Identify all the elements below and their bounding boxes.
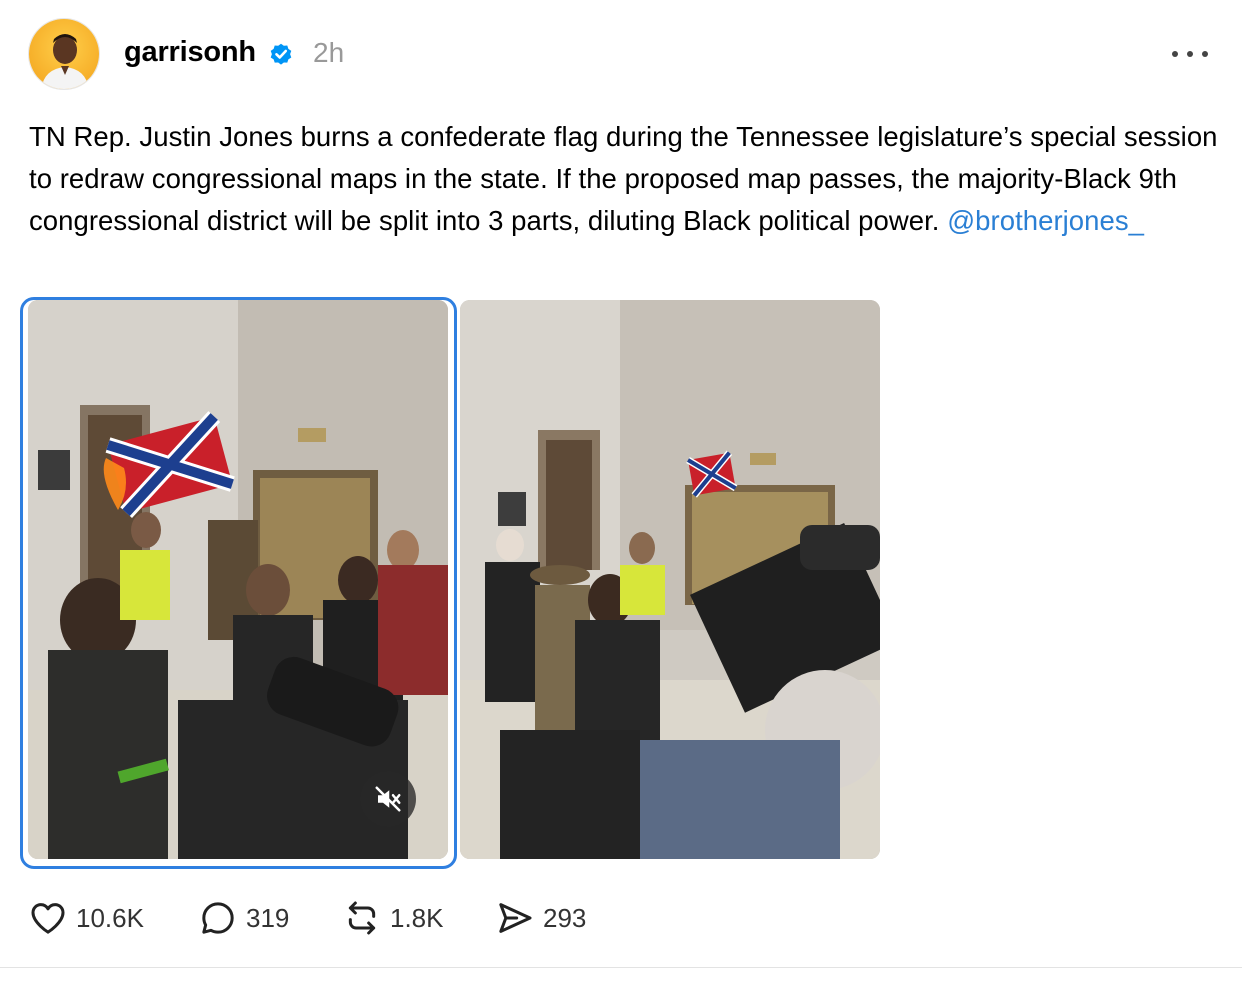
username[interactable]: garrisonh: [124, 36, 256, 69]
comment-icon: [202, 902, 234, 934]
post-text: TN Rep. Justin Jones burns a confederate…: [29, 116, 1219, 242]
repost-button[interactable]: 1.8K: [342, 895, 444, 941]
like-button[interactable]: 10.6K: [28, 895, 144, 941]
avatar[interactable]: [28, 18, 100, 90]
divider: [0, 967, 1242, 968]
more-options-icon[interactable]: [1168, 40, 1212, 68]
repost-count: 1.8K: [390, 902, 444, 933]
heart-icon: [31, 903, 65, 934]
post: garrisonh 2h TN Rep. Justin Jones burns …: [0, 0, 1242, 984]
speaker-muted-icon[interactable]: [360, 771, 416, 827]
media-photo[interactable]: [460, 300, 880, 859]
repost-icon: [348, 901, 376, 935]
reply-count: 319: [246, 902, 290, 933]
share-count: 293: [543, 902, 587, 933]
post-timestamp: 2h: [313, 37, 345, 68]
like-count: 10.6K: [76, 902, 144, 933]
share-button[interactable]: 293: [495, 895, 586, 941]
mention-link[interactable]: @brotherjones_: [947, 205, 1144, 236]
media-video[interactable]: [28, 300, 448, 859]
reply-button[interactable]: 319: [198, 895, 289, 941]
verified-badge-icon: [270, 43, 292, 65]
send-icon: [499, 903, 532, 933]
